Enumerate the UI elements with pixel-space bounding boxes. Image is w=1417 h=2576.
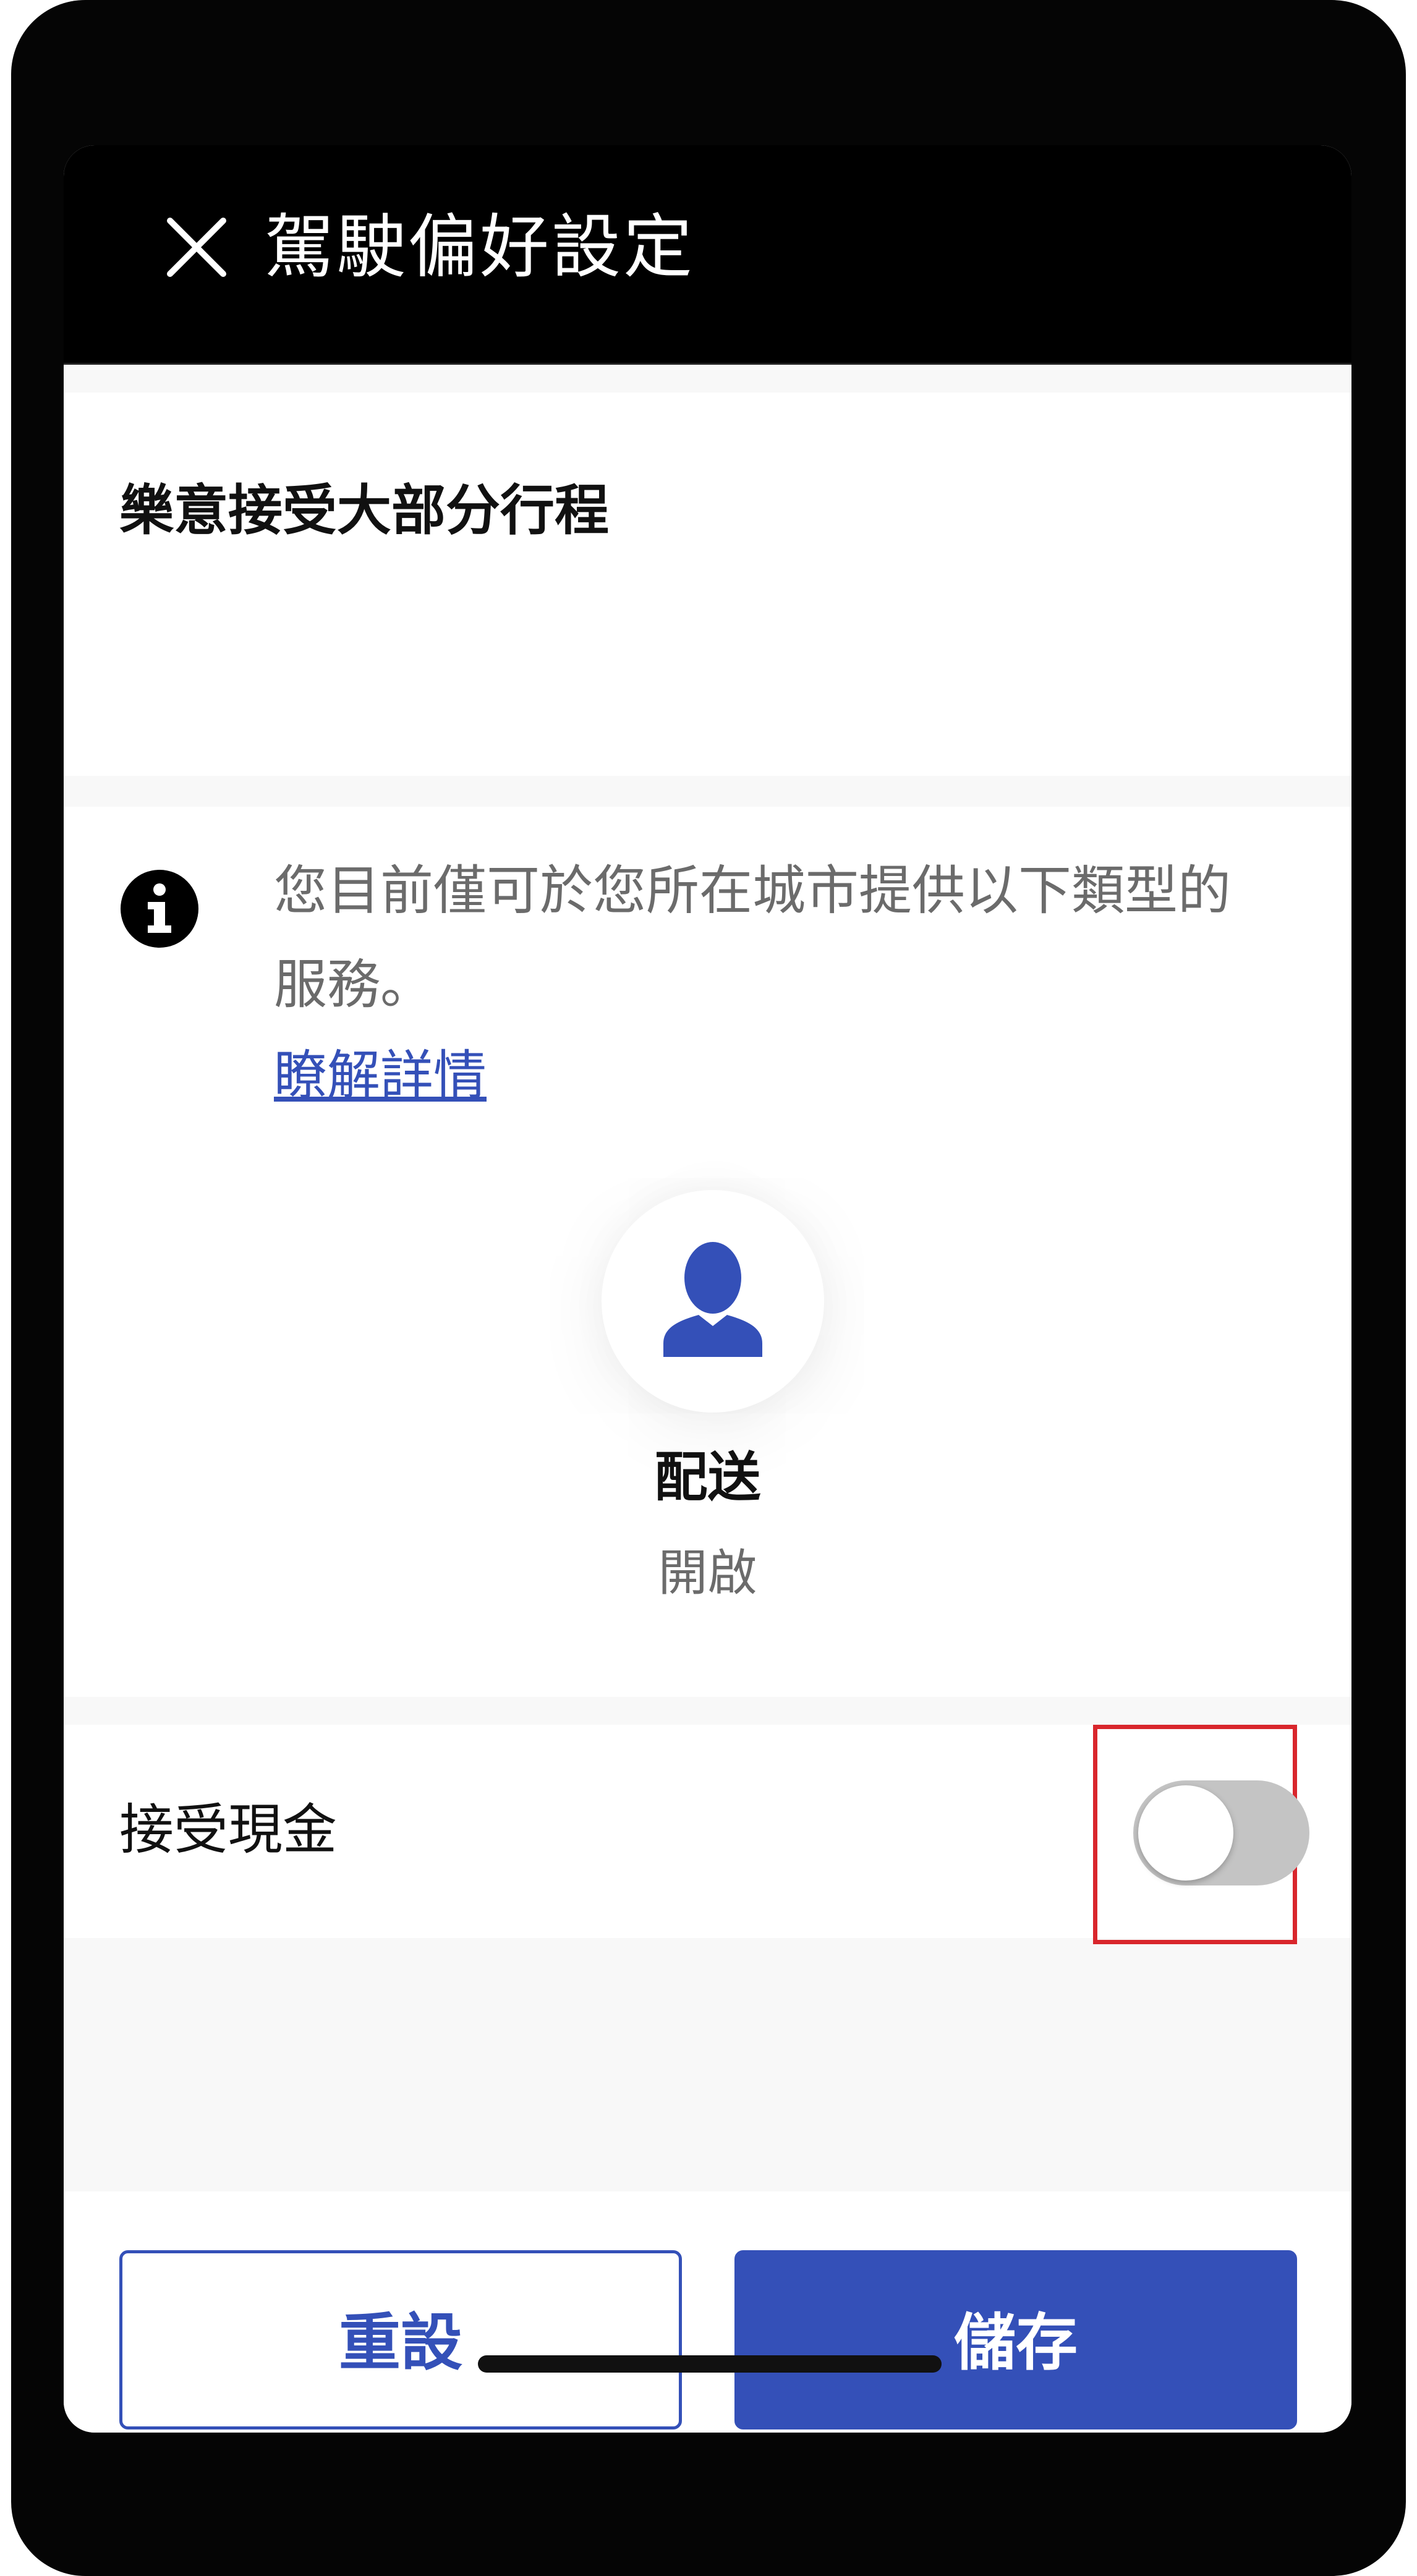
app-screen: 駕駛偏好設定 樂意接受大部分行程 您目前僅可於您所在城市提供以下類型的服務。 瞭… [64, 145, 1351, 2433]
action-footer: 重設 儲存 [64, 2191, 1351, 2433]
top-bar: 駕駛偏好設定 [64, 145, 1351, 365]
trips-preference-title: 樂意接受大部分行程 [119, 478, 610, 542]
save-button[interactable]: 儲存 [734, 2250, 1297, 2429]
accept-cash-label: 接受現金 [119, 1798, 338, 1861]
learn-more-link[interactable]: 瞭解詳情 [274, 1032, 487, 1119]
page-title: 駕駛偏好設定 [265, 207, 695, 287]
reset-button[interactable]: 重設 [119, 2250, 682, 2429]
service-info-message: 您目前僅可於您所在城市提供以下類型的服務。 [274, 860, 1231, 1016]
service-status: 開啟 [658, 1544, 757, 1602]
phone-frame: 駕駛偏好設定 樂意接受大部分行程 您目前僅可於您所在城市提供以下類型的服務。 瞭… [11, 0, 1406, 2576]
service-info-section: 您目前僅可於您所在城市提供以下類型的服務。 瞭解詳情 配送 開啟 [64, 807, 1351, 1697]
info-icon [119, 869, 200, 949]
toggle-knob [1138, 1785, 1233, 1881]
trips-preference-section: 樂意接受大部分行程 [64, 393, 1351, 776]
service-avatar [602, 1190, 824, 1413]
home-indicator[interactable] [478, 2355, 942, 2373]
accept-cash-toggle[interactable] [1133, 1780, 1309, 1885]
accept-cash-section: 接受現金 [64, 1725, 1351, 1944]
person-icon [663, 1242, 762, 1357]
service-name: 配送 [654, 1447, 761, 1508]
close-icon [167, 218, 226, 277]
close-button[interactable] [150, 201, 243, 294]
